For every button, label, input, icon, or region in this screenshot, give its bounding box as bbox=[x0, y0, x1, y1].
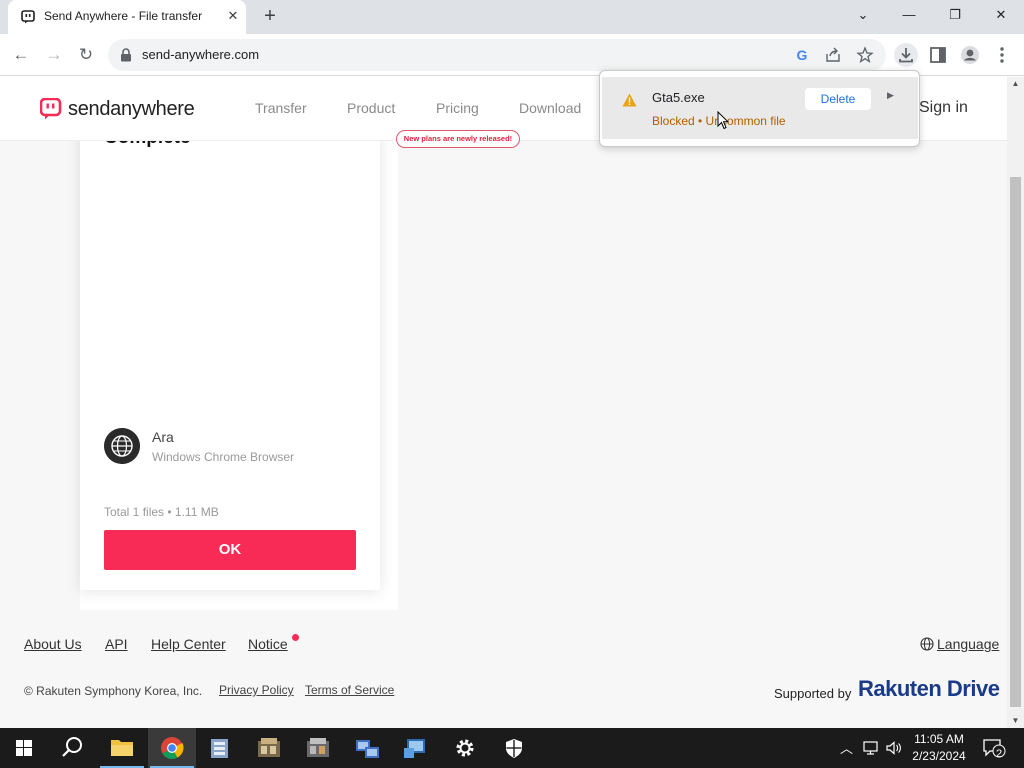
app-icon bbox=[211, 739, 228, 758]
language-selector[interactable]: Language bbox=[920, 636, 999, 652]
ok-button[interactable]: OK bbox=[104, 530, 356, 570]
taskbar-app-1[interactable] bbox=[196, 728, 244, 768]
nav-download[interactable]: Download bbox=[519, 100, 581, 116]
sendanywhere-logo[interactable]: sendanywhere bbox=[40, 97, 195, 121]
footer-help-center[interactable]: Help Center bbox=[151, 636, 226, 652]
sender-device: Windows Chrome Browser bbox=[152, 450, 295, 464]
taskbar-file-explorer[interactable] bbox=[98, 728, 146, 768]
taskbar-app-5[interactable] bbox=[392, 728, 440, 768]
lock-icon[interactable] bbox=[120, 48, 132, 62]
chevron-right-icon[interactable]: ▶ bbox=[887, 90, 894, 101]
back-button[interactable]: ← bbox=[9, 43, 33, 67]
sendanywhere-logo-icon bbox=[40, 98, 62, 120]
scroll-down-icon[interactable]: ▼ bbox=[1007, 714, 1024, 728]
download-bubble: Gta5.exe Blocked • Uncommon file Delete … bbox=[599, 70, 920, 147]
pricing-new-badge[interactable]: New plans are newly released! bbox=[396, 130, 520, 148]
close-window-button[interactable]: ✕ bbox=[978, 0, 1024, 30]
transfer-complete-card: Complete Ara Windows Chrome Browser Tota… bbox=[80, 117, 380, 590]
forward-button[interactable]: → bbox=[42, 43, 66, 67]
new-tab-button[interactable]: + bbox=[258, 4, 282, 28]
send-anywhere-favicon-icon bbox=[21, 10, 35, 24]
url-text[interactable]: send-anywhere.com bbox=[142, 47, 259, 62]
supported-by-text: Supported by bbox=[774, 686, 852, 701]
svg-text:G: G bbox=[797, 47, 808, 63]
card-shadow-strip bbox=[380, 117, 398, 610]
nav-pricing[interactable]: Pricing bbox=[436, 100, 479, 116]
privacy-policy-link[interactable]: Privacy Policy bbox=[219, 683, 294, 697]
tab-send-anywhere[interactable]: Send Anywhere - File transfer ✕ bbox=[8, 0, 246, 34]
page-scrollbar[interactable]: ▲ ▼ bbox=[1007, 77, 1024, 728]
app-icon bbox=[404, 739, 425, 758]
delete-button[interactable]: Delete bbox=[805, 88, 871, 110]
clock-time[interactable]: 11:05 AM bbox=[906, 732, 972, 746]
address-bar[interactable]: send-anywhere.com G bbox=[108, 39, 886, 71]
footer-notice[interactable]: Notice bbox=[248, 636, 288, 652]
terms-of-service-link[interactable]: Terms of Service bbox=[305, 683, 394, 697]
clock-date[interactable]: 2/23/2024 bbox=[906, 749, 972, 763]
windows-start-icon bbox=[16, 740, 32, 756]
taskbar-settings[interactable] bbox=[441, 728, 489, 768]
download-icon[interactable] bbox=[894, 43, 918, 67]
settings-icon bbox=[456, 739, 474, 757]
signin-link[interactable]: Sign in bbox=[919, 99, 968, 117]
side-panel-icon[interactable] bbox=[926, 43, 950, 67]
restore-button[interactable]: ❐ bbox=[932, 0, 978, 30]
taskbar-app-2[interactable] bbox=[245, 728, 293, 768]
notice-dot bbox=[292, 634, 299, 641]
download-filename: Gta5.exe bbox=[652, 90, 705, 105]
scroll-up-icon[interactable]: ▲ bbox=[1007, 77, 1024, 91]
security-icon bbox=[506, 739, 522, 758]
language-label[interactable]: Language bbox=[937, 636, 999, 652]
files-summary: Total 1 files • 1.11 MB bbox=[104, 505, 219, 519]
globe-icon bbox=[920, 637, 934, 651]
chevron-up-icon[interactable]: ︿ bbox=[840, 738, 853, 757]
profile-icon[interactable] bbox=[958, 43, 982, 67]
notification-count: 2 bbox=[995, 748, 1003, 760]
page-viewport: Complete Ara Windows Chrome Browser Tota… bbox=[0, 77, 1007, 728]
app-icon bbox=[356, 740, 379, 758]
nav-transfer[interactable]: Transfer bbox=[255, 100, 307, 116]
globe-icon bbox=[104, 428, 140, 464]
scroll-thumb[interactable] bbox=[1010, 177, 1021, 707]
sender-name: Ara bbox=[152, 429, 174, 445]
network-icon[interactable] bbox=[862, 740, 880, 756]
footer-api[interactable]: API bbox=[105, 636, 128, 652]
app-icon bbox=[258, 738, 280, 757]
nav-product[interactable]: Product bbox=[347, 100, 395, 116]
taskbar-security[interactable] bbox=[490, 728, 538, 768]
tab-close-icon[interactable]: ✕ bbox=[224, 7, 242, 25]
warning-icon bbox=[622, 93, 637, 107]
tab-title: Send Anywhere - File transfer bbox=[44, 9, 203, 23]
card-shadow-strip-bottom bbox=[80, 590, 398, 610]
start-button[interactable] bbox=[0, 728, 48, 768]
logo-text: sendanywhere bbox=[68, 97, 195, 120]
share-icon[interactable] bbox=[824, 46, 842, 64]
volume-icon[interactable] bbox=[885, 740, 903, 756]
taskbar-chrome[interactable] bbox=[148, 728, 196, 768]
google-icon[interactable]: G bbox=[793, 46, 811, 64]
mouse-cursor-icon bbox=[717, 111, 729, 130]
download-item[interactable]: Gta5.exe Blocked • Uncommon file Delete … bbox=[602, 77, 918, 139]
taskbar-search-button[interactable] bbox=[48, 728, 96, 768]
taskbar-app-3[interactable] bbox=[294, 728, 342, 768]
search-icon bbox=[62, 737, 82, 757]
menu-icon[interactable] bbox=[990, 43, 1014, 67]
file-explorer-icon bbox=[111, 740, 133, 756]
taskbar-app-4[interactable] bbox=[343, 728, 391, 768]
footer-about-us[interactable]: About Us bbox=[24, 636, 82, 652]
copyright-text: © Rakuten Symphony Korea, Inc. bbox=[24, 684, 203, 698]
reload-button[interactable]: ↻ bbox=[74, 43, 98, 67]
chrome-icon bbox=[161, 737, 184, 759]
minimize-button[interactable]: — bbox=[886, 0, 932, 30]
windows-taskbar: ︿ 11:05 AM 2/23/2024 2 bbox=[0, 728, 1024, 768]
star-icon[interactable] bbox=[856, 46, 874, 64]
tab-search-button[interactable]: ⌄ bbox=[840, 0, 886, 30]
tab-strip: Send Anywhere - File transfer ✕ + ⌄ — ❐ … bbox=[0, 0, 1024, 34]
app-icon bbox=[307, 738, 329, 757]
rakuten-drive-logo[interactable]: Rakuten Drive bbox=[858, 676, 1000, 702]
